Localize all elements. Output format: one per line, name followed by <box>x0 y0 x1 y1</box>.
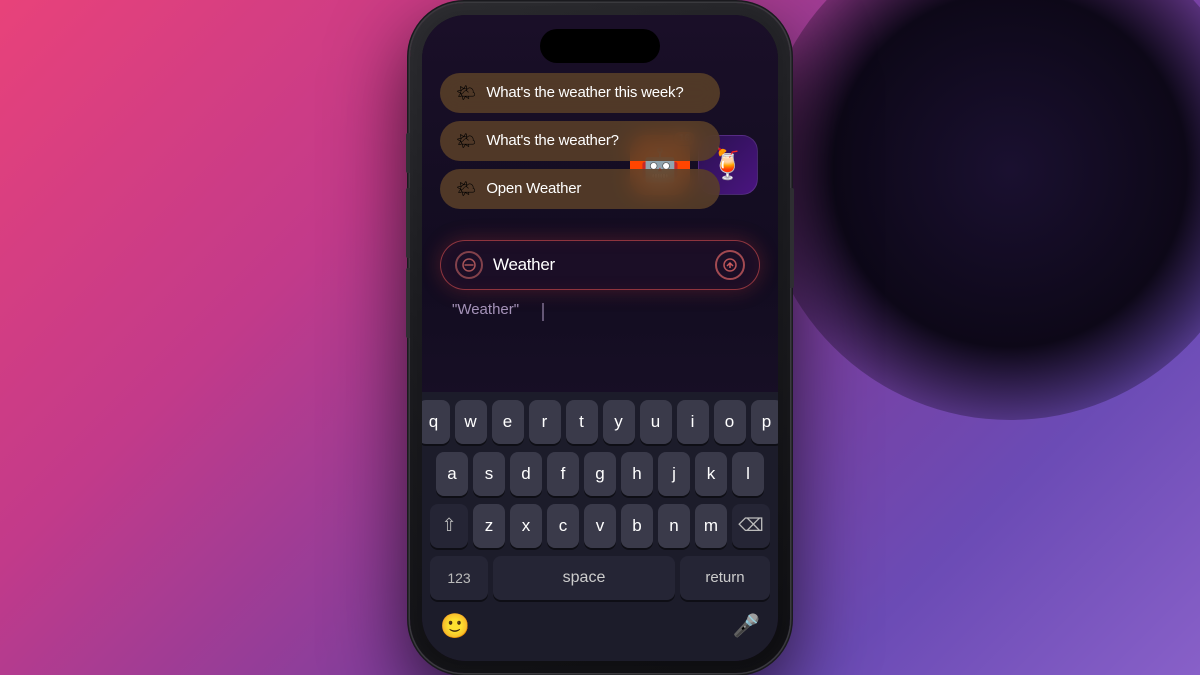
chip-text-3: Open Weather <box>486 180 581 197</box>
autocomplete-hint: "Weather" <box>452 301 519 318</box>
search-icon-circle <box>455 251 483 279</box>
key-j[interactable]: j <box>658 452 690 496</box>
key-h[interactable]: h <box>621 452 653 496</box>
chip-text-2: What's the weather? <box>486 132 618 149</box>
key-k[interactable]: k <box>695 452 727 496</box>
cursor-line <box>542 303 544 321</box>
send-button[interactable] <box>715 250 745 280</box>
phone-screen: 16 🤖 🍹 🌤 What's the weather this week? 🌤… <box>422 15 778 661</box>
key-v[interactable]: v <box>584 504 616 548</box>
key-b[interactable]: b <box>621 504 653 548</box>
no-entry-icon <box>462 258 476 272</box>
suggestions-list: 🌤 What's the weather this week? 🌤 What's… <box>440 73 760 209</box>
suggestion-chip-2[interactable]: 🌤 What's the weather? <box>440 121 720 161</box>
keyboard-row-bottom: 123 space return <box>430 556 770 600</box>
key-r[interactable]: r <box>529 400 561 444</box>
chip-icon-1: 🌤 <box>456 83 476 103</box>
key-g[interactable]: g <box>584 452 616 496</box>
side-button-volume-up <box>406 188 410 258</box>
key-u[interactable]: u <box>640 400 672 444</box>
phone-wrapper: 16 🤖 🍹 🌤 What's the weather this week? 🌤… <box>410 3 790 673</box>
key-s[interactable]: s <box>473 452 505 496</box>
key-z[interactable]: z <box>473 504 505 548</box>
keyboard-row-2: a s d f g h j k l <box>430 452 770 496</box>
key-shift[interactable]: ⇧ <box>430 504 468 548</box>
side-button-mute <box>406 133 410 173</box>
chip-icon-2: 🌤 <box>456 131 476 151</box>
key-c[interactable]: c <box>547 504 579 548</box>
key-l[interactable]: l <box>732 452 764 496</box>
key-return[interactable]: return <box>680 556 770 600</box>
suggestion-chip-1[interactable]: 🌤 What's the weather this week? <box>440 73 720 113</box>
key-space[interactable]: space <box>493 556 675 600</box>
dynamic-island <box>540 29 660 63</box>
chip-icon-3: 🌤 <box>456 179 476 199</box>
key-numbers[interactable]: 123 <box>430 556 488 600</box>
key-i[interactable]: i <box>677 400 709 444</box>
search-bar[interactable]: Weather <box>440 240 760 290</box>
suggestion-chip-3[interactable]: 🌤 Open Weather <box>440 169 720 209</box>
side-button-power <box>790 188 794 288</box>
keyboard-row-3: ⇧ z x c v b n m ⌫ <box>430 504 770 548</box>
search-input-text: Weather <box>493 255 705 275</box>
key-t[interactable]: t <box>566 400 598 444</box>
key-d[interactable]: d <box>510 452 542 496</box>
microphone-button[interactable]: 🎤 <box>733 613 760 639</box>
key-m[interactable]: m <box>695 504 727 548</box>
key-n[interactable]: n <box>658 504 690 548</box>
key-x[interactable]: x <box>510 504 542 548</box>
key-f[interactable]: f <box>547 452 579 496</box>
arrow-up-icon <box>723 258 737 272</box>
keyboard: q w e r t y u i o p a s d f g h j k <box>422 392 778 661</box>
chip-text-1: What's the weather this week? <box>486 84 683 101</box>
key-y[interactable]: y <box>603 400 635 444</box>
key-w[interactable]: w <box>455 400 487 444</box>
key-o[interactable]: o <box>714 400 746 444</box>
keyboard-bottom-bar: 🙂 🎤 <box>430 608 770 641</box>
key-a[interactable]: a <box>436 452 468 496</box>
key-e[interactable]: e <box>492 400 524 444</box>
keyboard-row-1: q w e r t y u i o p <box>430 400 770 444</box>
side-button-volume-down <box>406 268 410 338</box>
key-delete[interactable]: ⌫ <box>732 504 770 548</box>
key-q[interactable]: q <box>422 400 450 444</box>
emoji-button[interactable]: 🙂 <box>440 612 470 641</box>
key-p[interactable]: p <box>751 400 779 444</box>
